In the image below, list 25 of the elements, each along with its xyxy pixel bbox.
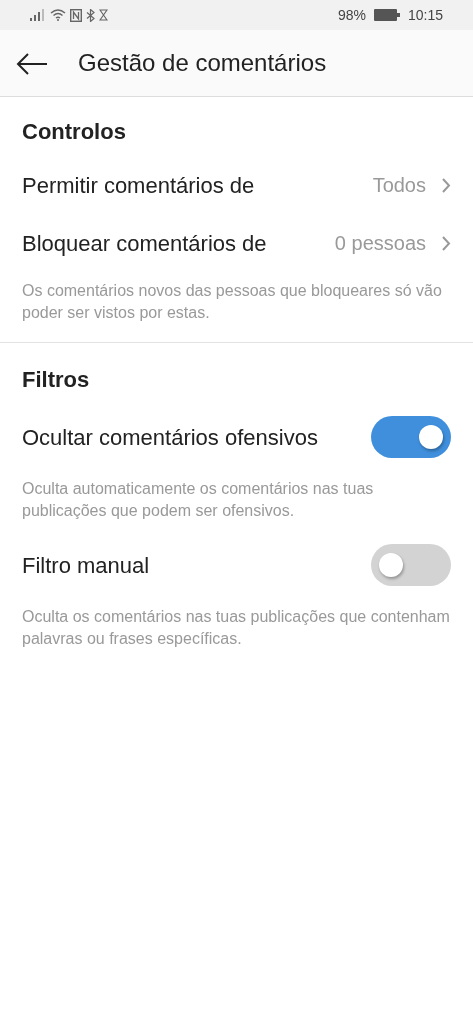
setting-label: Ocultar comentários ofensivos <box>22 423 318 452</box>
hourglass-icon <box>99 9 108 21</box>
setting-description: Oculta automaticamente os comentários nas tuas publicações que podem ser ofensivos. <box>21 479 375 521</box>
wifi-icon <box>50 9 66 21</box>
signal-icon <box>30 9 46 21</box>
nfc-icon <box>70 8 82 22</box>
section-note: Os comentários novos das pessoas que bloqueares só vão poder ser vistos por estas. <box>21 281 443 323</box>
toggle-switch[interactable] <box>371 416 451 458</box>
settings-row[interactable]: Bloquear comentários de 0 pessoas <box>0 214 473 272</box>
toggle-switch[interactable] <box>371 544 451 586</box>
setting-label: Filtro manual <box>22 551 150 580</box>
back-button[interactable] <box>16 51 48 75</box>
section-title: Controlos <box>21 118 127 146</box>
chevron-icon <box>442 235 451 251</box>
battery-percentage: 98% <box>337 5 366 25</box>
settings-row[interactable]: Permitir comentários de Todos <box>0 156 473 214</box>
battery-icon <box>373 9 400 21</box>
row-value: 0 pessoas <box>334 231 426 256</box>
page-title: Gestão de comentários <box>78 48 327 78</box>
setting-description: Oculta os comentários nas tuas publicações que contenham palavras ou frases específicas. <box>21 607 451 649</box>
chevron-icon <box>442 177 451 193</box>
clock: 10:15 <box>407 5 443 25</box>
section-title: Filtros <box>21 366 91 394</box>
row-value: Todos <box>372 173 426 198</box>
bluetooth-icon <box>86 8 95 22</box>
